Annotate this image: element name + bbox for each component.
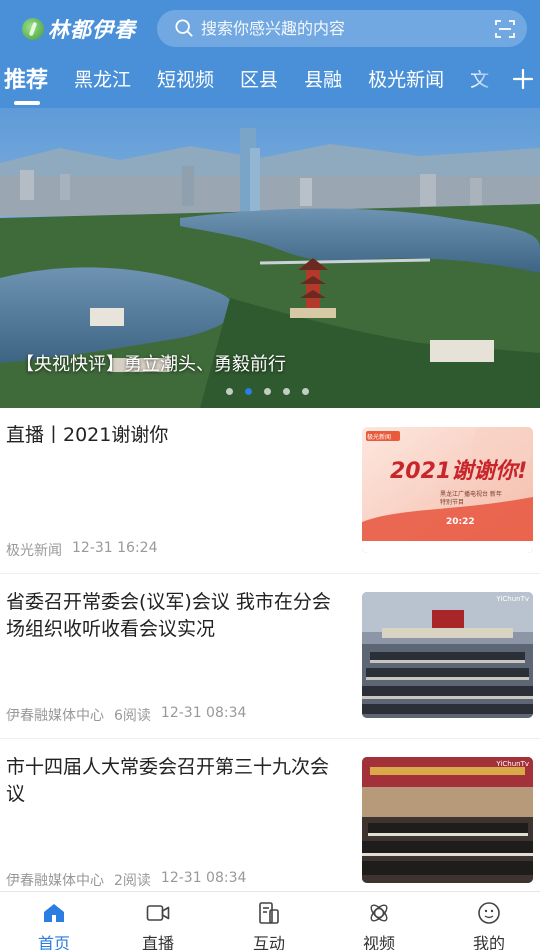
thanks-2021-poster-image [362, 427, 533, 553]
nav-label: 我的 [472, 934, 505, 950]
news-time: 12-31 16:24 [72, 540, 158, 556]
nav-profile[interactable]: 我的 [435, 892, 540, 950]
tab-recommend[interactable]: 推荐 [4, 62, 48, 94]
carousel-dot[interactable] [264, 388, 271, 395]
nav-label: 首页 [37, 934, 70, 950]
news-meta: 伊春融媒体中心 6阅读 12-31 08:34 [6, 705, 256, 725]
tabs-fade [470, 56, 506, 100]
news-thumbnail: YiChunTv [362, 757, 533, 883]
tab-heilongjiang[interactable]: 黑龙江 [74, 65, 131, 92]
news-thumbnail: YiChunTv [362, 592, 533, 718]
carousel-dot[interactable] [226, 388, 233, 395]
app-header: 林都伊春 推荐 黑龙江 短视频 区县 县融 极光新闻 文 [0, 0, 540, 108]
bottom-navigation: 首页 直播 互动 视频 我的 [0, 891, 540, 950]
news-title: 直播丨2021谢谢你 [6, 424, 169, 446]
active-tab-indicator [14, 101, 40, 105]
scan-icon[interactable] [495, 19, 515, 39]
nav-video[interactable]: 视频 [325, 892, 433, 950]
news-item[interactable]: 直播丨2021谢谢你 极光新闻 12-31 16:24 2021谢谢你! 黑龙江… [0, 408, 540, 574]
logo-text: 林都伊春 [48, 18, 136, 42]
news-time: 12-31 08:34 [160, 870, 247, 886]
search-input[interactable] [201, 10, 471, 47]
interact-icon [259, 902, 279, 924]
news-meta: 伊春融媒体中心 2阅读 12-31 08:34 [6, 870, 256, 890]
channel-tabs: 推荐 黑龙江 短视频 区县 县融 极光新闻 文 [0, 56, 500, 100]
news-title: 省委召开常委会(议军)会议 我市在分会场组织收听收看会议实况 [6, 591, 331, 640]
banner-caption: 【央视快评】勇立潮头、勇毅前行 [16, 354, 286, 375]
poster-time-text: 20:22 [446, 517, 475, 527]
carousel-indicator [226, 388, 321, 395]
tab-district[interactable]: 区县 [240, 65, 278, 92]
nav-label: 直播 [141, 934, 174, 950]
poster-subtitle-text: 黑龙江广播电视台 新年特别节目 [440, 491, 502, 506]
add-channel-icon[interactable] [510, 66, 536, 92]
news-source: 极光新闻 [6, 543, 62, 559]
news-thumbnail: 2021谢谢你! 黑龙江广播电视台 新年特别节目 20:22 极光新闻 [362, 427, 533, 553]
carousel-dot[interactable] [302, 388, 309, 395]
news-item[interactable]: 市十四届人大常委会召开第三十九次会议 伊春融媒体中心 2阅读 12-31 08:… [0, 740, 540, 891]
thumbnail-watermark: YiChunTv [496, 760, 529, 768]
nav-live[interactable]: 直播 [104, 892, 212, 950]
poster-brand-text: 极光新闻 [367, 434, 392, 441]
tab-aurora-news[interactable]: 极光新闻 [368, 65, 444, 92]
news-source: 伊春融媒体中心 [6, 708, 104, 724]
logo-leaf-icon [22, 18, 44, 40]
news-reads: 6阅读 [114, 708, 151, 724]
thumbnail-watermark: YiChunTv [496, 595, 529, 603]
news-reads: 2阅读 [114, 873, 151, 889]
camera-icon [146, 905, 170, 921]
poster-title-text: 2021谢谢你! [390, 459, 528, 484]
nav-interact[interactable]: 互动 [215, 892, 323, 950]
carousel-dot[interactable] [283, 388, 290, 395]
nav-label: 互动 [252, 934, 285, 950]
app-logo[interactable]: 林都伊春 [22, 14, 136, 44]
news-title: 市十四届人大常委会召开第三十九次会议 [6, 756, 330, 805]
search-bar[interactable] [157, 10, 527, 47]
congress-meeting-photo [362, 757, 533, 883]
news-item[interactable]: 省委召开常委会(议军)会议 我市在分会场组织收听收看会议实况 伊春融媒体中心 6… [0, 575, 540, 739]
news-time: 12-31 08:34 [160, 705, 247, 721]
news-source: 伊春融媒体中心 [6, 873, 104, 889]
video-icon [370, 904, 388, 922]
carousel-dot-active[interactable] [245, 388, 252, 395]
profile-icon [478, 902, 500, 924]
nav-label: 视频 [362, 934, 395, 950]
meeting-hall-photo [362, 592, 533, 718]
tab-county-media[interactable]: 县融 [304, 65, 342, 92]
search-icon [175, 19, 193, 37]
tab-short-video[interactable]: 短视频 [157, 65, 214, 92]
featured-banner[interactable]: 【央视快评】勇立潮头、勇毅前行 [0, 108, 540, 408]
news-meta: 极光新闻 12-31 16:24 [6, 540, 167, 560]
home-icon [44, 904, 64, 922]
nav-home[interactable]: 首页 [0, 892, 108, 950]
